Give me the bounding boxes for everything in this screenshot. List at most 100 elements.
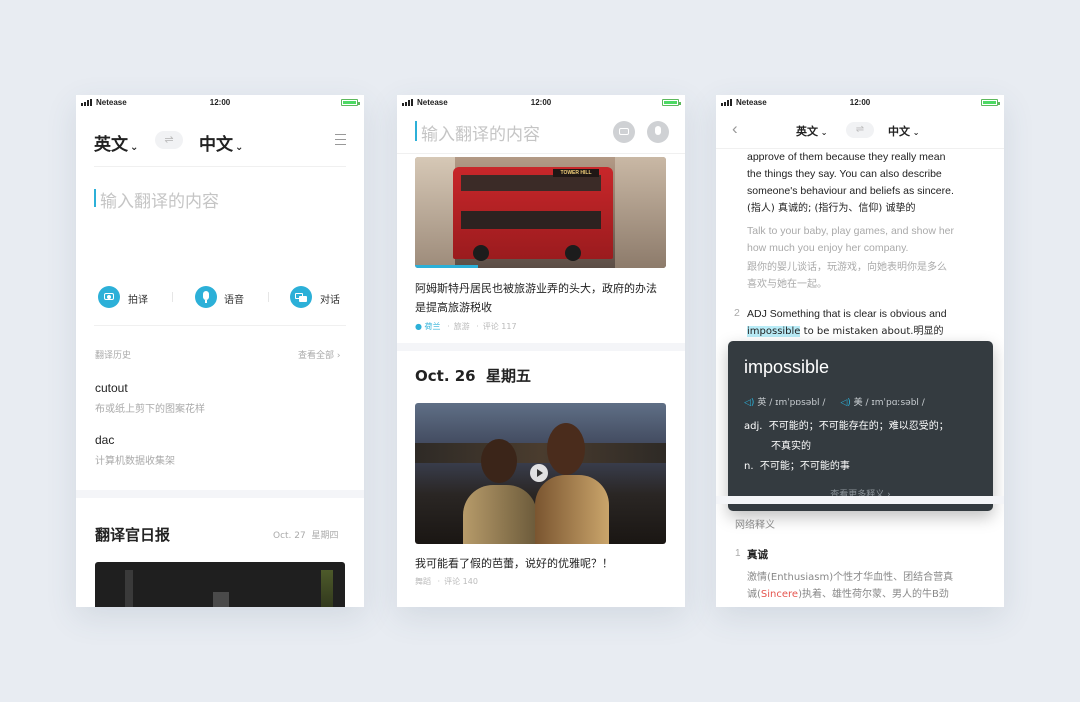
translate-input[interactable]: 输入翻译的内容 — [100, 187, 340, 217]
translate-input[interactable]: 输入翻译的内容 — [421, 120, 601, 145]
history-meaning: 布或纸上剪下的图案花样 — [95, 404, 205, 415]
example-line: Talk to your baby, play games, and show … — [747, 225, 955, 237]
example-line: how much you enjoy her company. — [747, 242, 909, 254]
article-image-bus[interactable]: TOWER HILL — [415, 157, 666, 268]
article-title[interactable]: 阿姆斯特丹居民也被旅游业弄的头大，政府的办法是提高旅游税收 — [415, 279, 667, 317]
target-language-select[interactable]: 中文 ⌄ — [888, 123, 920, 139]
article-meta: ● 荷兰 · 旅游 · 评论 117 — [415, 322, 517, 331]
status-bar: Netease 12:00 — [397, 95, 685, 111]
definition-line: ADJ Something that is clear is obvious a… — [747, 308, 947, 320]
camera-translate-button[interactable]: 拍译 — [98, 286, 168, 308]
divider — [268, 292, 269, 302]
divider — [94, 166, 346, 167]
chat-icon — [290, 286, 312, 308]
article-meta: 舞蹈 · 评论 140 — [415, 577, 478, 586]
camera-button[interactable] — [613, 121, 635, 143]
location-pin-icon: ● — [415, 322, 422, 331]
target-language-label: 中文 — [199, 135, 233, 155]
translator-home-screen: Netease 12:00 英文 ⌄ ⇌ 中文 ⌄ 输入翻译的内容 拍译 语音 对 — [76, 95, 364, 607]
mic-icon — [655, 126, 661, 135]
history-item[interactable]: dac 计算机数据收集架 — [95, 433, 335, 467]
camera-icon — [619, 128, 629, 135]
article-category: 旅游 — [453, 322, 470, 331]
view-all-history-link[interactable]: 查看全部 › — [298, 348, 340, 361]
source-language-select[interactable]: 英文 ⌄ — [94, 130, 138, 155]
article-title[interactable]: 我可能看了假的芭蕾，说好的优雅呢？！ — [415, 555, 667, 571]
speaker-icon[interactable]: ◁) — [840, 398, 850, 408]
noun-meaning: 不可能；不可能的事 — [759, 461, 850, 472]
play-icon[interactable] — [530, 464, 548, 482]
definition-line: (指人) 真诚的; (指行为、信仰) 诚挚的 — [747, 203, 916, 214]
camera-icon — [98, 286, 120, 308]
adj-meaning: 不可能的；不可能存在的；难以忍受的； — [768, 421, 949, 432]
daily-report-image[interactable] — [95, 562, 345, 607]
swap-languages-button[interactable]: ⇌ — [155, 131, 183, 149]
selected-word-highlight[interactable]: impossible — [747, 326, 801, 337]
history-meaning: 计算机数据收集架 — [95, 456, 175, 467]
divider — [172, 292, 173, 302]
menu-icon[interactable] — [335, 134, 346, 145]
source-language-label: 英文 — [94, 135, 128, 155]
voice-button[interactable] — [647, 121, 669, 143]
section-divider — [397, 343, 685, 351]
us-label: 美 — [853, 398, 863, 408]
article-comments: 评论 117 — [482, 322, 517, 331]
divider — [94, 325, 346, 326]
history-title: 翻译历史 — [95, 351, 132, 361]
chevron-down-icon: ⌄ — [130, 142, 139, 153]
popup-word: impossible — [744, 357, 830, 377]
pronunciation-row: ◁) 英 / ɪmˈpɒsəbl / ◁) 美 / ɪmˈpɑːsəbl / — [744, 395, 925, 408]
voice-translate-button[interactable]: 语音 — [195, 286, 265, 308]
section-divider — [76, 490, 364, 498]
source-language-select[interactable]: 英文 ⌄ — [796, 123, 828, 139]
section-divider — [716, 496, 1004, 504]
battery-icon — [341, 99, 360, 106]
voice-translate-label: 语音 — [224, 295, 244, 306]
daily-report-date: Oct. 27 星期四 — [273, 531, 339, 541]
target-language-select[interactable]: 中文 ⌄ — [199, 130, 243, 155]
article-image-dancers[interactable] — [415, 403, 666, 544]
mic-icon — [195, 286, 217, 308]
example-line: 跟你的婴儿谈话，玩游戏，向她表明你是多么 — [747, 262, 947, 273]
text-cursor — [415, 121, 417, 141]
camera-translate-label: 拍译 — [128, 295, 148, 306]
battery-icon — [981, 99, 1000, 106]
web-definition-text: 激情(Enthusiasm)个性才华血性、团结合营真 诚(Sincere)执着、… — [747, 569, 997, 603]
article-comments: 评论 140 — [444, 577, 478, 586]
conversation-translate-button[interactable]: 对话 — [290, 286, 360, 308]
definition-number: 2 — [734, 307, 740, 319]
bus-destination-sign: TOWER HILL — [553, 169, 599, 177]
swap-icon: ⇌ — [855, 124, 865, 135]
back-arrow-icon[interactable]: ‹ — [732, 119, 738, 139]
definition-line: someone's behaviour and beliefs as since… — [747, 185, 954, 197]
definition-line: approve of them because they really mean — [747, 151, 946, 163]
target-language-label: 中文 — [888, 125, 910, 138]
news-feed-screen: Netease 12:00 输入翻译的内容 TOWER HILL 阿姆斯特丹居民… — [397, 95, 685, 607]
pos-adj: adj. — [744, 421, 763, 432]
example-sentence: Talk to your baby, play games, and show … — [747, 223, 997, 293]
keyword-highlight: Sincere — [760, 589, 799, 600]
uk-phonetic: / ɪmˈpɒsəbl / — [769, 398, 826, 408]
pos-noun: n. — [744, 461, 754, 472]
swap-languages-button[interactable]: ⇌ — [846, 122, 874, 138]
uk-label: 英 — [757, 398, 767, 408]
definition-text: ADJ Something that is clear is obvious a… — [747, 306, 1002, 340]
definition-line: the things they say. You can also descri… — [747, 168, 942, 180]
history-item[interactable]: cutout 布或纸上剪下的图案花样 — [95, 381, 335, 415]
speaker-icon[interactable]: ◁) — [744, 398, 754, 408]
us-phonetic: / ɪmˈpɑːsəbl / — [865, 398, 925, 408]
adj-meaning-cont: 不真实的 — [771, 441, 811, 452]
web-definitions-title: 网络释义 — [735, 520, 775, 531]
status-time: 12:00 — [209, 98, 231, 107]
source-language-label: 英文 — [796, 125, 818, 138]
definition-rest: to be mistaken about.明显的 — [800, 326, 944, 337]
status-time: 12:00 — [849, 98, 871, 107]
status-bar: Netease 12:00 — [716, 95, 1004, 111]
dictionary-result-screen: Netease 12:00 ‹ 英文 ⌄ ⇌ 中文 ⌄ approve of t… — [716, 95, 1004, 607]
divider — [397, 153, 685, 154]
text-cursor — [94, 189, 96, 207]
article-category: 舞蹈 — [415, 577, 431, 586]
article-location: 荷兰 — [424, 322, 441, 331]
history-word: dac — [95, 433, 115, 447]
web-definition-part: )执着、雄性荷尔蒙、男人的牛B劲 — [798, 589, 949, 600]
